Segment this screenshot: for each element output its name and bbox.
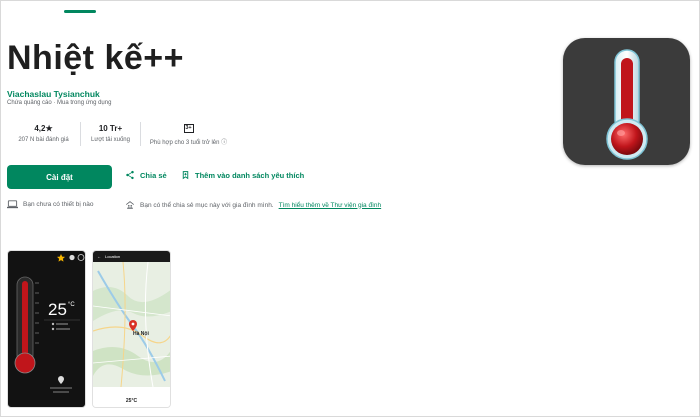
downloads-stat: 10 Tr+ Lượt tải xuống [80,122,140,146]
age-rating-label[interactable]: Phù hợp cho 3 tuổi trở lên ⓘ [150,137,227,146]
bookmark-plus-icon [182,171,189,180]
downloads-label: Lượt tải xuống [91,137,130,143]
share-icon [126,170,134,180]
laptop-icon [7,200,18,209]
family-icon [125,201,135,209]
map-city-label: Hà Nội [133,331,149,337]
wishlist-label: Thêm vào danh sách yêu thích [195,170,305,180]
map-header-title: Location [105,254,121,259]
rating-label: 207 N bài đánh giá [18,137,69,143]
tab-indicator [64,10,96,13]
family-text: Bạn có thể chia sẻ mục này với gia đình … [140,201,274,209]
stats-row: 4,2★ 207 N bài đánh giá 10 Tr+ Lượt tải … [7,122,236,146]
devices-text: Bạn chưa có thiết bị nào [23,201,94,208]
screenshot-temperature: 25°C [48,300,75,319]
rating-value: 4,2★ [34,123,53,133]
downloads-value: 10 Tr+ [98,123,123,133]
back-arrow-icon[interactable]: ← [97,254,101,259]
app-title: Nhiệt kế++ [7,39,184,77]
age-rating-badge: 3+ [183,123,194,133]
map-image [93,261,170,407]
screenshot-thermometer[interactable]: 25°C [7,250,86,408]
app-icon [563,38,690,165]
developer-link[interactable]: Viachaslau Tysianchuk [7,89,100,99]
family-library-link[interactable]: Tìm hiểu thêm về Thư viện gia đình [279,202,382,209]
rating-stat: 4,2★ 207 N bài đánh giá [7,122,80,146]
share-button[interactable]: Chia sẻ [125,170,167,180]
screenshot-map[interactable]: ← Location Hà Nội 25°C [92,250,171,408]
map-temperature: 25°C [125,398,138,404]
map-header: ← Location [93,251,170,262]
wishlist-button[interactable]: Thêm vào danh sách yêu thích [181,170,304,180]
family-library-notice: Bạn có thể chia sẻ mục này với gia đình … [125,200,381,210]
app-tags: Chứa quảng cáo · Mua trong ứng dụng [7,100,112,106]
install-button[interactable]: Cài đặt [7,165,112,189]
devices-notice: Bạn chưa có thiết bị nào [7,200,93,209]
thermometer-icon [606,49,648,160]
status-icons [14,254,85,393]
share-label: Chia sẻ [140,170,167,180]
age-rating-stat: 3+ Phù hợp cho 3 tuổi trở lên ⓘ [140,122,236,146]
